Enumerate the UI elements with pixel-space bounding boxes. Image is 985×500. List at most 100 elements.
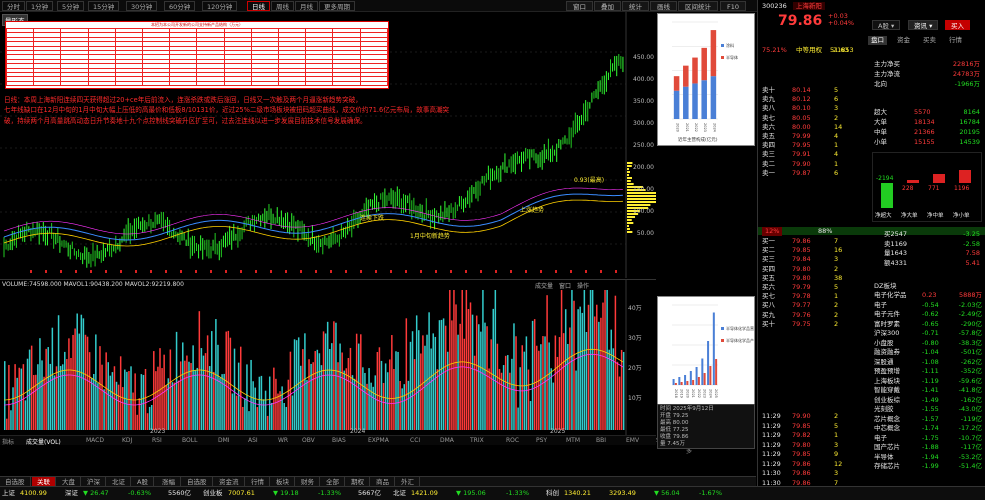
quote-tab[interactable]: 盘口	[868, 36, 887, 45]
indicator-tab[interactable]: BBI	[596, 437, 606, 444]
volume-bar	[591, 290, 594, 430]
indicator-tab[interactable]: DMA	[440, 437, 454, 444]
indicator-tab[interactable]: ROC	[506, 437, 519, 444]
indicator-tab[interactable]: DMI	[218, 437, 230, 444]
indicator-tab[interactable]: WR	[278, 437, 288, 444]
volume-bars[interactable]: 40万 30万 20万 10万	[0, 280, 656, 436]
period-tab[interactable]: 分时	[2, 1, 25, 11]
period-tab[interactable]: 更多周期	[319, 1, 355, 11]
indicator-tab[interactable]: ASI	[248, 437, 258, 444]
toolbar-dropdown[interactable]: 区间统计	[678, 1, 718, 11]
net-flow-legend: 净中单	[927, 213, 944, 219]
indicator-tab[interactable]: BOLL	[182, 437, 197, 444]
period-tab[interactable]: 周线	[271, 1, 294, 11]
period-tab[interactable]: 60分钟	[164, 1, 196, 11]
buy-button[interactable]: 买入	[945, 20, 970, 30]
volume-bar	[554, 335, 557, 430]
index-name[interactable]: 北证	[393, 487, 406, 500]
volume-bar	[192, 345, 194, 430]
period-tab[interactable]: 月线	[295, 1, 318, 11]
sector-name[interactable]: 电子化学品	[874, 291, 907, 300]
sector-name[interactable]: 融资融券	[874, 348, 900, 357]
sector-name[interactable]: 小盘股	[874, 339, 894, 348]
toolbar-dropdown[interactable]: 叠加	[594, 1, 621, 11]
quote-tab[interactable]: 行情	[946, 36, 965, 45]
ask-price[interactable]: 80.14	[792, 86, 811, 95]
sector-name[interactable]: 沪深300	[874, 329, 899, 338]
trade-value: 7.58	[965, 249, 980, 257]
sector-name[interactable]: 电子元件	[874, 310, 900, 319]
indicator-tab[interactable]: MACD	[86, 437, 104, 444]
sector-name[interactable]: 电子	[874, 301, 887, 310]
sector-name[interactable]: 智能穿戴	[874, 386, 900, 395]
indicator-tab[interactable]: TRIX	[470, 437, 484, 444]
indicator-tab[interactable]: RSI	[152, 437, 162, 444]
toolbar-dropdown[interactable]: F10	[720, 1, 747, 11]
quote-tab[interactable]: 买卖	[920, 36, 939, 45]
stat-label: 主力净买	[874, 60, 900, 68]
volume-profile-bar	[627, 162, 633, 164]
indicator-tab[interactable]: PSY	[536, 437, 547, 444]
revenue-inset-chart: 2020 2021 2022 2023 2024 涂料 半导体 近年主营构成(亿元)	[657, 13, 755, 146]
signal-marker	[570, 270, 572, 273]
period-tab[interactable]: 30分钟	[126, 1, 158, 11]
ask-price[interactable]: 79.91	[792, 150, 811, 159]
volume-bar	[117, 384, 120, 430]
legend-label: 半导体化学品产出(万吨)	[726, 337, 754, 343]
volume-bar	[378, 347, 381, 430]
inset-bar	[673, 76, 680, 91]
sector-name[interactable]: 深股通	[874, 358, 894, 367]
indicator-tab[interactable]: CCI	[410, 437, 420, 444]
period-tab[interactable]: 日线	[247, 1, 270, 11]
volume-bar	[70, 357, 72, 430]
sector-name[interactable]: 富时罗素	[874, 320, 900, 329]
signal-marker	[30, 270, 32, 273]
period-tab[interactable]: 15分钟	[88, 1, 120, 11]
index-name[interactable]: 上证	[2, 487, 15, 500]
indicator-tab[interactable]: MTM	[566, 437, 580, 444]
volume-bar	[548, 342, 550, 430]
volume-bar	[258, 376, 261, 430]
indicator-tab[interactable]: BIAS	[332, 437, 346, 444]
volume-bar	[57, 315, 60, 430]
volume-bar	[111, 372, 114, 430]
price-alert-button[interactable]: 资讯 ▾	[908, 20, 939, 30]
volume-bar	[41, 360, 43, 430]
ask-price[interactable]: 80.12	[792, 95, 811, 104]
volume-bar	[527, 369, 530, 430]
stock-name: 上海新阳	[792, 2, 825, 10]
indicator-tab[interactable]: 指标	[2, 437, 14, 446]
indicator-tab[interactable]: EXPMA	[368, 437, 389, 444]
ask-price[interactable]: 79.90	[792, 160, 811, 169]
toolbar-dropdown[interactable]: 窗口	[566, 1, 593, 11]
sector-name[interactable]: 创业板综	[874, 396, 900, 405]
index-name[interactable]: 深证	[65, 487, 78, 500]
volume-bar	[196, 367, 199, 430]
info-cell	[278, 80, 307, 87]
index-name[interactable]: 创业板	[203, 487, 223, 500]
tick-volume: 5	[834, 421, 839, 430]
volume-chart[interactable]: VOLUME:74598.000 MAVOL1:90438.200 MAVOL2…	[0, 279, 656, 436]
volume-bar	[434, 336, 437, 430]
period-tab[interactable]: 5分钟	[57, 1, 85, 11]
indicator-tab[interactable]: 成交量(VOL)	[26, 437, 61, 446]
ask-price[interactable]: 79.87	[792, 169, 811, 178]
indicator-tab[interactable]: KDJ	[122, 437, 132, 444]
toolbar-dropdown[interactable]: 统计	[622, 1, 649, 11]
sector-name[interactable]: 预盈预增	[874, 367, 900, 376]
sector-row: 智能穿戴 -1.41 -41.8亿	[758, 386, 985, 395]
volume-bar	[403, 384, 406, 430]
index-value: 5667亿	[358, 489, 382, 497]
index-name[interactable]: 科创	[546, 487, 559, 500]
period-tab[interactable]: 1分钟	[26, 1, 54, 11]
indicator-tab[interactable]: EMV	[626, 437, 639, 444]
quote-tab[interactable]: 资金	[894, 36, 913, 45]
sector-name[interactable]: 上海板块	[874, 377, 900, 386]
toolbar-dropdown[interactable]: 画线	[650, 1, 677, 11]
period-tab[interactable]: 120分钟	[202, 1, 238, 11]
indicator-tab[interactable]: OBV	[302, 437, 315, 444]
chart-annotation: 1月中旬新趋势	[410, 232, 450, 240]
volume-bar	[208, 366, 211, 430]
sector-row: 富时罗素 -0.65 -290亿	[758, 320, 985, 329]
sector-button[interactable]: A股 ▾	[872, 20, 901, 30]
